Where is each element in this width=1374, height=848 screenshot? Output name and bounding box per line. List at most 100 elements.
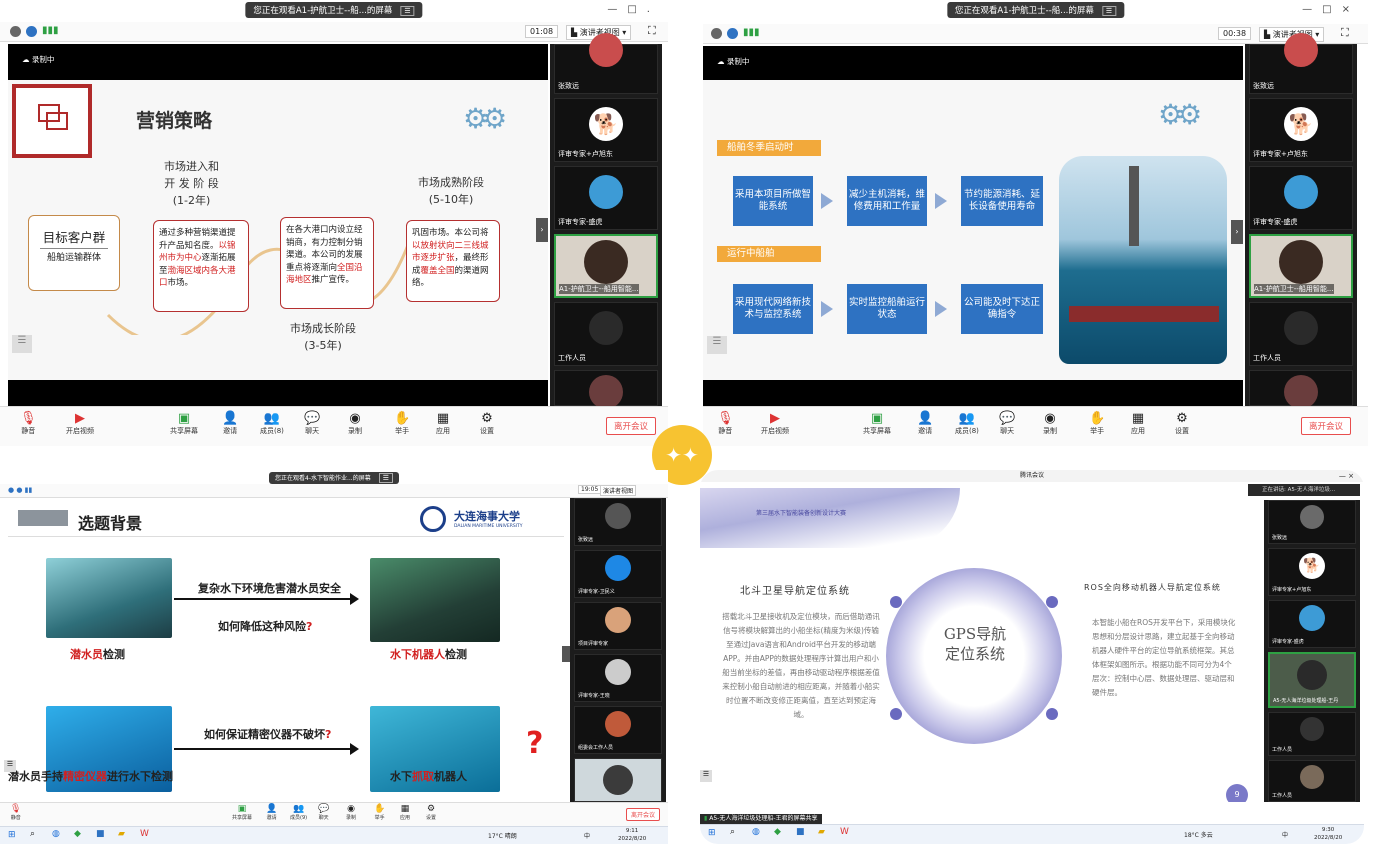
participant-tile-active[interactable]: A1-护航卫士--船用智能... bbox=[1249, 234, 1353, 298]
shield-icon[interactable] bbox=[727, 28, 738, 39]
record-button[interactable]: ◉ 录制 bbox=[348, 411, 362, 436]
window-controls[interactable]: —□× bbox=[1302, 4, 1360, 15]
participant-tile-active[interactable]: A1-护航卫士--船用智能... bbox=[554, 234, 658, 298]
apps-button[interactable]: ▦ 应用 bbox=[1131, 411, 1145, 436]
participant-tile[interactable]: 评审专家-王晓 bbox=[574, 654, 662, 702]
participant-tile[interactable]: 🐕 评审专家+卢旭东 bbox=[554, 98, 658, 162]
shield-icon[interactable] bbox=[26, 26, 37, 37]
participant-tile[interactable]: 组委会工作人员 bbox=[574, 706, 662, 754]
collapse-sidebar-button[interactable]: › bbox=[536, 218, 548, 242]
participant-tile-video[interactable] bbox=[574, 758, 662, 802]
wps-icon[interactable]: W bbox=[840, 827, 849, 837]
participant-tile[interactable]: 🐕 评审专家+卢旭东 bbox=[1249, 98, 1353, 162]
participant-tile[interactable]: 工作人员 bbox=[1249, 302, 1353, 366]
settings-button[interactable]: ⚙ 设置 bbox=[426, 804, 436, 821]
window-controls[interactable]: —□. bbox=[607, 4, 660, 15]
participant-tile[interactable]: 项目评审专家 bbox=[574, 602, 662, 650]
meeting-topbar: ▮▮▮ 00:38 ▙ 演讲者视图 ▾ ⛶ bbox=[703, 24, 1368, 44]
raise-hand-button[interactable]: ✋ 举手 bbox=[1089, 411, 1105, 436]
start-icon[interactable]: ⊞ bbox=[8, 830, 16, 840]
participant-tile[interactable] bbox=[1249, 370, 1353, 409]
search-icon[interactable]: ⌕ bbox=[30, 829, 35, 839]
app-icon[interactable]: ◆ bbox=[774, 827, 781, 837]
share-screen-button[interactable]: ▣ 共享屏幕 bbox=[863, 411, 891, 436]
list-icon[interactable]: ☰ bbox=[4, 760, 16, 772]
folder-icon[interactable]: ▰ bbox=[818, 827, 825, 837]
participant-tile[interactable]: 工作人员 bbox=[554, 302, 658, 366]
list-icon[interactable]: ☰ bbox=[700, 770, 712, 782]
video-button[interactable]: ▶ 开启视频 bbox=[761, 411, 789, 436]
invite-button[interactable]: 👤 邀请 bbox=[222, 411, 238, 436]
members-button[interactable]: 👥 成员(9) bbox=[290, 804, 307, 821]
participant-tile[interactable]: 工作人员 bbox=[1268, 712, 1356, 756]
participant-tile[interactable]: 工作人员 bbox=[1268, 760, 1356, 802]
info-icon[interactable] bbox=[711, 28, 722, 39]
weather: 17°C 晴朗 bbox=[488, 833, 517, 840]
view-mode-button[interactable]: 演讲者视图 bbox=[600, 485, 637, 496]
raise-hand-button[interactable]: ✋ 举手 bbox=[374, 804, 385, 821]
apps-button[interactable]: ▦ 应用 bbox=[436, 411, 450, 436]
participant-tile[interactable]: 张致远 bbox=[574, 498, 662, 546]
mute-button[interactable]: 🎙 静音 bbox=[717, 411, 734, 436]
participant-tile[interactable]: 🐕 评审专家+卢旭东 bbox=[1268, 548, 1356, 596]
status-icons[interactable]: ● ● ▮▮ bbox=[8, 486, 32, 494]
mute-button[interactable]: 🎙 静音 bbox=[10, 804, 21, 821]
collapse-sidebar-button[interactable]: › bbox=[1231, 220, 1243, 244]
participant-tile-active[interactable]: A5-无人海洋垃圾处理船-王丹 bbox=[1268, 652, 1356, 708]
list-icon[interactable]: ☰ bbox=[12, 335, 32, 353]
raise-hand-button[interactable]: ✋ 举手 bbox=[394, 411, 410, 436]
record-button[interactable]: ◉ 录制 bbox=[346, 804, 356, 821]
window-controls[interactable]: — × bbox=[1339, 470, 1354, 482]
input-language[interactable]: 中 bbox=[1282, 830, 1288, 839]
share-banner[interactable]: 您正在观看A1-护航卫士--船...的屏幕 ☰ bbox=[245, 2, 423, 18]
info-icon[interactable] bbox=[10, 26, 21, 37]
signal-icon[interactable]: ▮▮▮ bbox=[42, 25, 59, 36]
video-button[interactable]: ▶ 开启视频 bbox=[66, 411, 94, 436]
apps-button[interactable]: ▦ 应用 bbox=[400, 804, 410, 821]
edge-icon[interactable]: ◍ bbox=[52, 829, 60, 839]
participant-tile[interactable]: 张致远 bbox=[1268, 500, 1356, 544]
share-screen-button[interactable]: ▣ 共享屏幕 bbox=[232, 804, 252, 821]
list-icon[interactable]: ☰ bbox=[707, 336, 727, 354]
input-language[interactable]: 中 bbox=[584, 831, 590, 840]
menu-icon[interactable]: ☰ bbox=[400, 6, 415, 16]
edge-icon[interactable]: ◍ bbox=[752, 827, 760, 837]
search-icon[interactable]: ⌕ bbox=[730, 827, 735, 837]
fullscreen-icon[interactable]: ⛶ bbox=[648, 24, 656, 38]
chat-button[interactable]: 💬 聊天 bbox=[999, 411, 1015, 436]
participant-tile[interactable]: 张致远 bbox=[1249, 33, 1353, 94]
participant-tile[interactable]: 评审专家-卫民义 bbox=[574, 550, 662, 598]
leave-meeting-button[interactable]: 离开会议 bbox=[606, 417, 657, 435]
menu-icon[interactable]: ☰ bbox=[1101, 6, 1117, 16]
mute-button[interactable]: 🎙 静音 bbox=[20, 411, 37, 436]
leave-meeting-button[interactable]: 离开会议 bbox=[626, 808, 661, 821]
meeting-app-icon[interactable]: ■ bbox=[796, 827, 805, 837]
invite-button[interactable]: 👤 邀请 bbox=[917, 411, 933, 436]
participant-tile[interactable] bbox=[554, 370, 658, 409]
participant-tile[interactable]: 张致远 bbox=[554, 33, 658, 94]
participant-tile[interactable]: 评审专家-盛虎 bbox=[554, 166, 658, 230]
share-banner[interactable]: 您正在观看4-水下智能作业...的屏幕 ☰ bbox=[269, 472, 399, 484]
share-screen-button[interactable]: ▣ 共享屏幕 bbox=[170, 411, 198, 436]
participant-tile[interactable]: 评审专家-盛虎 bbox=[1268, 600, 1356, 648]
invite-button[interactable]: 👤 邀请 bbox=[266, 804, 277, 821]
leave-meeting-button[interactable]: 离开会议 bbox=[1301, 417, 1352, 435]
members-button[interactable]: 👥 成员(8) bbox=[260, 411, 284, 436]
participant-tile[interactable]: 评审专家-盛虎 bbox=[1249, 166, 1353, 230]
members-button[interactable]: 👥 成员(8) bbox=[955, 411, 979, 436]
collapse-sidebar-button[interactable] bbox=[562, 646, 570, 662]
chat-button[interactable]: 💬 聊天 bbox=[318, 804, 329, 821]
fullscreen-icon[interactable]: ⛶ bbox=[1341, 26, 1349, 40]
menu-icon[interactable]: ☰ bbox=[378, 473, 393, 483]
start-icon[interactable]: ⊞ bbox=[708, 828, 716, 838]
meeting-app-icon[interactable]: ■ bbox=[96, 829, 105, 839]
settings-button[interactable]: ⚙ 设置 bbox=[480, 411, 494, 436]
signal-icon[interactable]: ▮▮▮ bbox=[743, 27, 760, 38]
share-banner[interactable]: 您正在观看A1-护航卫士--船...的屏幕 ☰ bbox=[946, 2, 1125, 18]
settings-button[interactable]: ⚙ 设置 bbox=[1175, 411, 1189, 436]
app-icon[interactable]: ◆ bbox=[74, 829, 81, 839]
record-button[interactable]: ◉ 录制 bbox=[1043, 411, 1057, 436]
folder-icon[interactable]: ▰ bbox=[118, 829, 125, 839]
wps-icon[interactable]: W bbox=[140, 829, 149, 839]
chat-button[interactable]: 💬 聊天 bbox=[304, 411, 320, 436]
